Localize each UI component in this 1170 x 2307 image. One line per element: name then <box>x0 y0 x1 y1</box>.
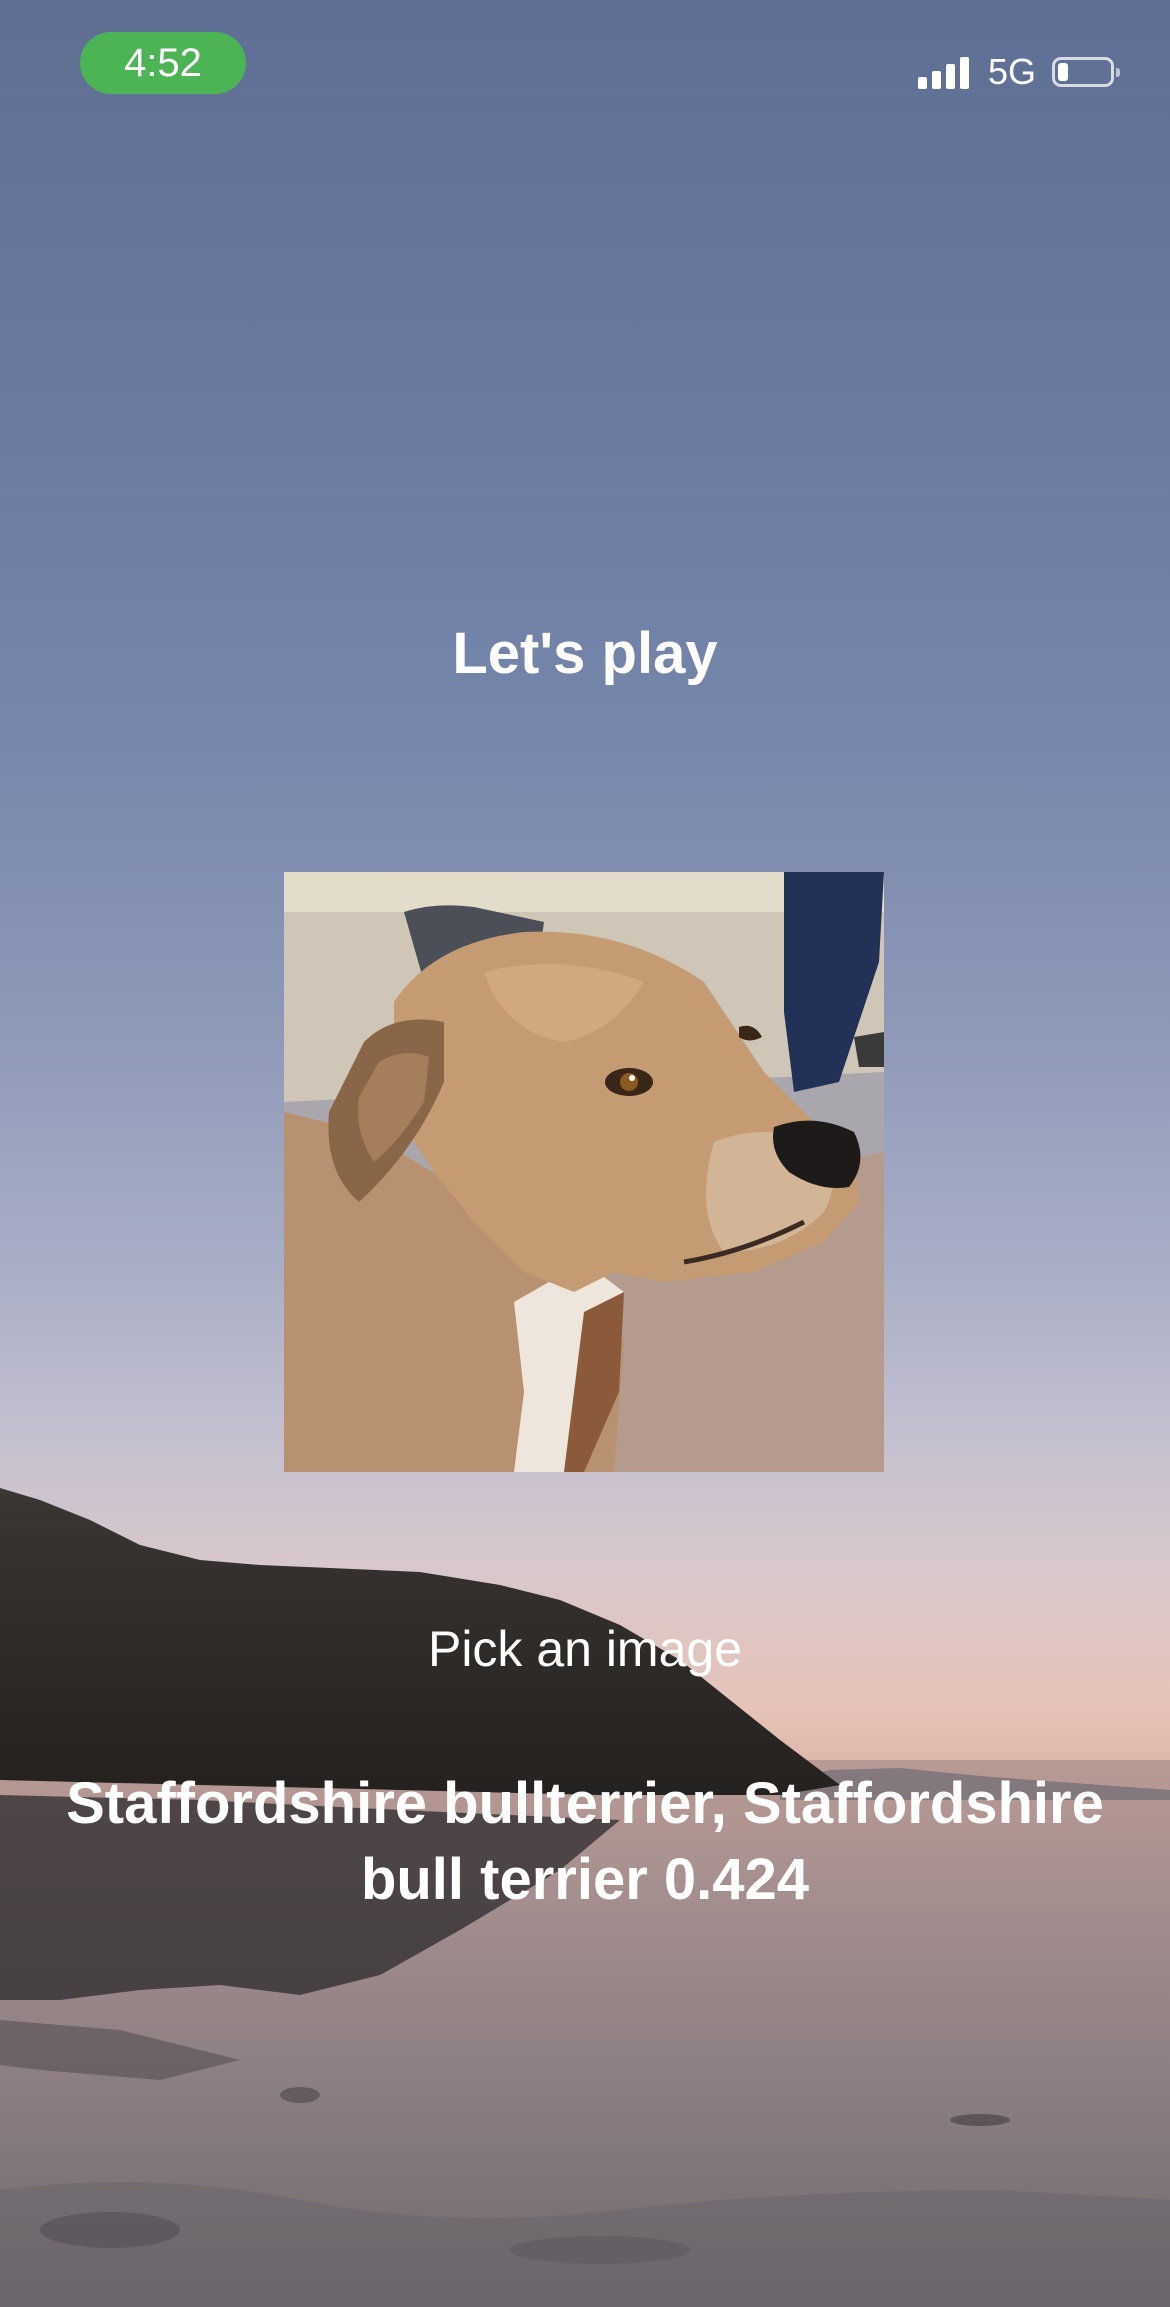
cellular-signal-icon <box>917 55 974 89</box>
classification-result: Staffordshire bullterrier, Staffordshire… <box>66 1771 1104 1912</box>
battery-level <box>1058 63 1068 81</box>
dog-photo <box>284 872 884 1472</box>
page-title: Let's play <box>452 621 718 686</box>
selected-image <box>284 872 884 1472</box>
network-type-label: 5G <box>987 51 1036 92</box>
status-bar: 4:52 5G <box>0 0 1170 130</box>
pick-image-button[interactable]: Pick an image <box>0 1614 1170 1684</box>
status-indicators: 5G <box>917 51 1120 92</box>
battery-icon <box>1052 57 1120 87</box>
status-time[interactable]: 4:52 <box>80 32 246 94</box>
